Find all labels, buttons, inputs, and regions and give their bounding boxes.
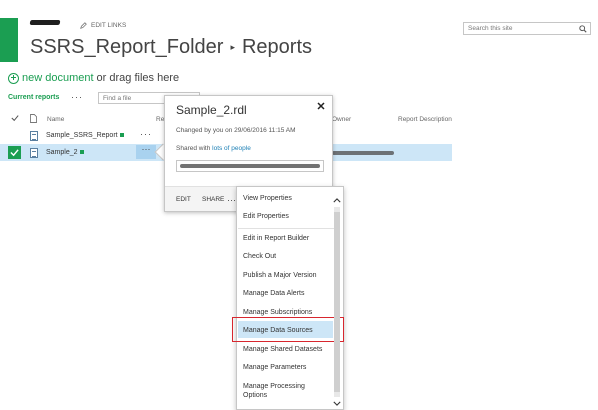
new-item-icon bbox=[79, 150, 84, 155]
report-file-icon bbox=[30, 148, 38, 158]
menu-item-manage-processing-options[interactable]: Manage Processing Options bbox=[243, 382, 323, 400]
search-placeholder: Search this site bbox=[468, 25, 513, 32]
site-search-input[interactable]: Search this site bbox=[463, 22, 591, 35]
report-file-icon bbox=[30, 131, 38, 141]
row-selected-checkbox[interactable] bbox=[8, 146, 21, 159]
menu-item-edit-in-report-builder[interactable]: Edit in Report Builder bbox=[243, 234, 309, 243]
view-options-button[interactable]: ··· bbox=[71, 92, 83, 102]
column-header-owner[interactable]: Owner bbox=[332, 116, 351, 123]
new-document-bar: new document or drag files here bbox=[8, 72, 179, 84]
shared-with-link[interactable]: lots of people bbox=[212, 145, 251, 152]
redacted-url bbox=[180, 164, 320, 168]
changed-by-text: Changed by you on 29/06/2016 11:15 AM bbox=[176, 127, 296, 134]
drag-files-text: or drag files here bbox=[96, 72, 180, 84]
chevron-up-icon[interactable] bbox=[333, 197, 341, 204]
close-icon[interactable] bbox=[316, 101, 326, 111]
menu-item-manage-parameters[interactable]: Manage Parameters bbox=[243, 363, 306, 372]
file-name-link[interactable]: Sample_2 bbox=[46, 149, 84, 156]
breadcrumb-current-page: Reports bbox=[241, 36, 312, 58]
menu-scrollbar-thumb[interactable] bbox=[334, 212, 340, 392]
document-type-icon bbox=[30, 114, 37, 123]
column-header-name[interactable]: Name bbox=[47, 116, 64, 123]
new-item-icon bbox=[119, 133, 124, 138]
shared-with-text: Shared with lots of people bbox=[176, 145, 251, 152]
pencil-icon bbox=[80, 22, 87, 29]
edit-links-label: EDIT LINKS bbox=[91, 22, 127, 29]
file-name-text[interactable]: Sample_2 bbox=[46, 149, 78, 156]
shared-with-prefix: Shared with bbox=[176, 145, 213, 152]
checkmark-icon bbox=[10, 149, 19, 157]
file-name-link[interactable]: Sample_SSRS_Report bbox=[46, 132, 124, 139]
redacted-owner bbox=[332, 151, 394, 155]
item-menu-button[interactable]: ··· bbox=[140, 129, 152, 139]
menu-item-edit-properties[interactable]: Edit Properties bbox=[243, 212, 289, 221]
menu-divider bbox=[238, 228, 334, 229]
callout-share-button[interactable]: SHARE bbox=[202, 196, 224, 203]
annotation-highlight-box bbox=[232, 317, 344, 342]
find-file-placeholder: Find a file bbox=[103, 95, 132, 102]
menu-item-manage-shared-datasets[interactable]: Manage Shared Datasets bbox=[243, 345, 322, 354]
breadcrumb-folder[interactable]: SSRS_Report_Folder bbox=[30, 36, 223, 59]
callout-edit-button[interactable]: EDIT bbox=[176, 196, 191, 203]
column-header-report-description[interactable]: Report Description bbox=[398, 116, 452, 123]
menu-item-check-out[interactable]: Check Out bbox=[243, 252, 276, 261]
item-menu-button-active[interactable]: ··· bbox=[136, 145, 156, 159]
menu-item-manage-data-alerts[interactable]: Manage Data Alerts bbox=[243, 289, 304, 298]
current-view-tab[interactable]: Current reports bbox=[8, 94, 59, 101]
brand-bar bbox=[0, 18, 18, 62]
edit-links-button[interactable]: EDIT LINKS bbox=[80, 22, 126, 29]
breadcrumb-separator-icon: ▸ bbox=[230, 42, 235, 52]
chevron-down-icon[interactable] bbox=[333, 400, 341, 407]
plus-circle-icon[interactable] bbox=[8, 72, 19, 84]
page-title: SSRS_Report_Folder ▸ Reports bbox=[30, 36, 312, 59]
new-document-link[interactable]: new document bbox=[22, 72, 94, 84]
select-all-checkmark-icon[interactable] bbox=[11, 114, 19, 122]
menu-item-manage-subscriptions[interactable]: Manage Subscriptions bbox=[243, 308, 312, 317]
file-name-text[interactable]: Sample_SSRS_Report bbox=[46, 132, 118, 139]
menu-item-publish-major-version[interactable]: Publish a Major Version bbox=[243, 271, 317, 280]
search-icon[interactable] bbox=[579, 25, 587, 33]
callout-title: Sample_2.rdl bbox=[176, 103, 247, 117]
menu-item-view-properties[interactable]: View Properties bbox=[243, 194, 292, 203]
redacted-site-name bbox=[29, 20, 61, 25]
